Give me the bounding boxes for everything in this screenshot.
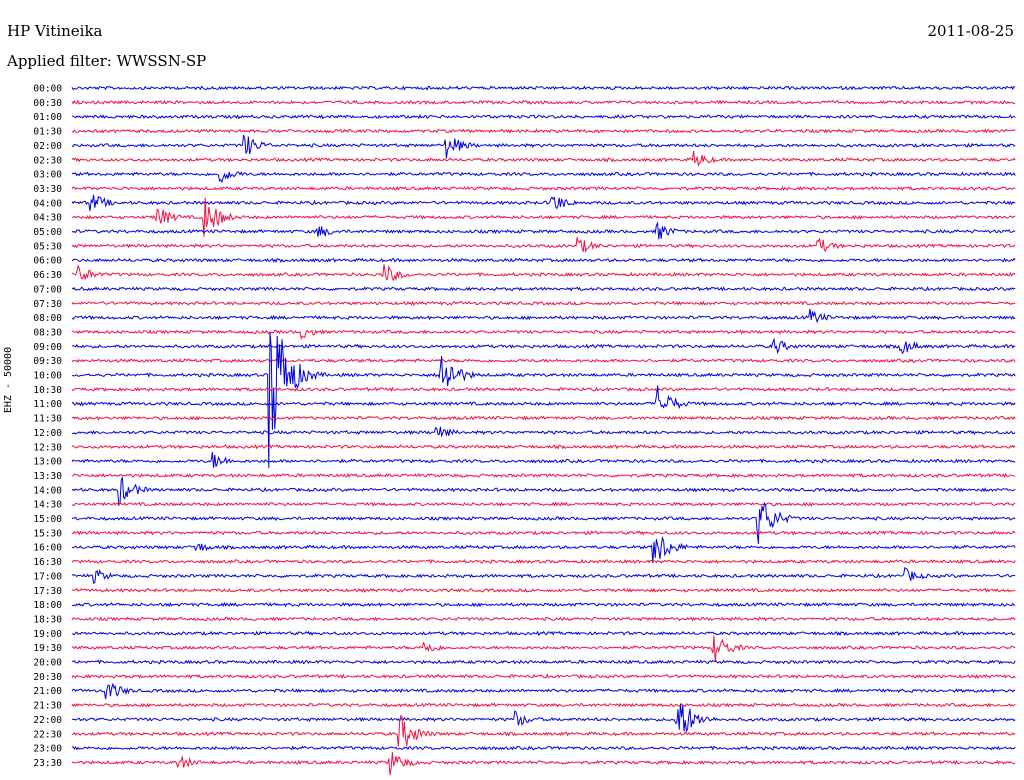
row-time-label: 22:00 (33, 715, 62, 726)
trace-line (71, 501, 1016, 507)
row-time-label: 10:00 (33, 371, 62, 382)
row-time-label: 12:00 (33, 428, 62, 439)
row-time-label: 21:30 (33, 701, 62, 712)
trace-line (71, 264, 1016, 282)
trace-line (71, 535, 1016, 564)
trace-line (71, 601, 1016, 608)
row-time-label: 11:30 (33, 414, 62, 425)
row-time-label: 13:00 (33, 457, 62, 468)
row-time-label: 09:30 (33, 356, 62, 367)
trace-line (71, 300, 1016, 306)
trace-line (71, 171, 1016, 184)
trace-line (71, 337, 1016, 355)
row-time-label: 11:00 (33, 399, 62, 410)
row-time-label: 05:30 (33, 241, 62, 252)
trace-line (71, 426, 1016, 438)
row-time-label: 15:00 (33, 514, 62, 525)
trace-line (71, 257, 1016, 263)
trace-line (71, 635, 1016, 663)
trace-line (71, 673, 1016, 680)
row-time-label: 20:00 (33, 658, 62, 669)
trace-line (71, 477, 1016, 505)
row-time-label: 15:30 (33, 528, 62, 539)
row-time-label: 22:30 (33, 729, 62, 740)
trace-line (71, 752, 1016, 776)
row-time-label: 10:30 (33, 385, 62, 396)
trace-line (71, 452, 1016, 468)
row-time-label: 02:30 (33, 155, 62, 166)
trace-line (71, 702, 1016, 708)
row-time-label: 19:00 (33, 629, 62, 640)
trace-line (71, 415, 1016, 421)
row-time-label: 03:00 (33, 170, 62, 181)
trace-line (71, 85, 1016, 91)
trace-line (71, 286, 1016, 292)
row-time-label: 20:30 (33, 672, 62, 683)
row-time-label: 17:00 (33, 571, 62, 582)
row-time-label: 16:30 (33, 557, 62, 568)
trace-line (71, 472, 1016, 479)
trace-line (71, 567, 1016, 584)
seismogram-plot: 00:00 00:30 01:00 01:30 02:00 02:30 03:00 03:30… (33, 84, 1016, 776)
trace-line (71, 530, 1016, 536)
trace-line (71, 99, 1016, 106)
row-time-label: 04:30 (33, 213, 62, 224)
row-time-label: 07:00 (33, 284, 62, 295)
trace-line (71, 659, 1016, 665)
row-time-label: 16:00 (33, 543, 62, 554)
trace-line (71, 703, 1016, 733)
trace-line (71, 386, 1016, 393)
row-time-label: 12:30 (33, 442, 62, 453)
row-time-label: 06:00 (33, 256, 62, 267)
row-time-label: 13:30 (33, 471, 62, 482)
row-time-label: 08:00 (33, 313, 62, 324)
trace-line (71, 308, 1016, 324)
trace-line (71, 128, 1016, 134)
row-time-label: 02:00 (33, 141, 62, 152)
trace-line (71, 185, 1016, 192)
row-time-label: 09:00 (33, 342, 62, 353)
row-time-label: 18:30 (33, 614, 62, 625)
row-time-label: 23:00 (33, 744, 62, 755)
row-time-label: 21:00 (33, 686, 62, 697)
trace-line (71, 630, 1016, 637)
row-time-label: 03:30 (33, 184, 62, 195)
row-time-label: 00:00 (33, 84, 62, 95)
row-time-label: 23:30 (33, 758, 62, 769)
trace-line (71, 683, 1016, 700)
trace-line (71, 237, 1016, 254)
trace-line (71, 150, 1016, 167)
trace-line (72, 501, 1016, 544)
row-time-label: 08:30 (33, 327, 62, 338)
row-time-label: 04:00 (33, 198, 62, 209)
row-time-label: 07:30 (33, 299, 62, 310)
row-time-label: 01:00 (33, 112, 62, 123)
row-time-label: 18:00 (33, 600, 62, 611)
trace-line (71, 587, 1016, 593)
row-time-label: 19:30 (33, 643, 62, 654)
trace-line (71, 558, 1016, 565)
trace-line (71, 114, 1016, 120)
trace-line (71, 194, 1016, 212)
trace-line (71, 134, 1016, 159)
row-time-label: 01:30 (33, 127, 62, 138)
trace-line (71, 329, 1016, 341)
row-time-label: 17:30 (33, 586, 62, 597)
row-time-label: 14:00 (33, 485, 62, 496)
row-time-label: 00:30 (33, 98, 62, 109)
trace-line (71, 358, 1016, 364)
trace-line (71, 444, 1016, 450)
row-time-label: 05:00 (33, 227, 62, 238)
row-time-label: 14:30 (33, 500, 62, 511)
trace-line (72, 745, 1016, 751)
row-time-label: 06:30 (33, 270, 62, 281)
trace-line (71, 616, 1016, 622)
